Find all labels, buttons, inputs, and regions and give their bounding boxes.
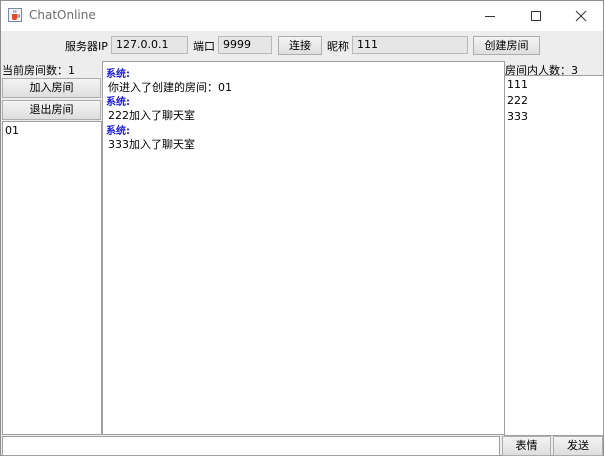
maximize-button[interactable] [513,1,559,31]
send-button[interactable]: 发送 [553,436,603,456]
create-room-button[interactable]: 创建房间 [473,36,540,55]
room-list[interactable]: 01 [2,121,102,435]
member-item[interactable]: 333 [507,110,528,123]
title-bar[interactable]: ChatOnline [1,1,603,31]
chat-window: ChatOnline 服务器IP 127.0.0.1 端口 9999 连接 昵称… [0,0,604,456]
server-ip-label: 服务器IP [65,40,108,53]
chat-area[interactable]: 系统: 你进入了创建的房间：01 系统: 222加入了聊天室 系统: 333加入… [102,61,505,435]
member-list[interactable]: 111 222 333 [504,75,604,436]
port-label: 端口 [193,40,215,53]
message-sender: 系统: [106,126,130,137]
message-sender: 系统: [106,69,130,80]
nickname-label: 昵称 [327,40,349,53]
member-item[interactable]: 222 [507,94,528,107]
close-icon [575,10,587,22]
member-item[interactable]: 111 [507,78,528,91]
minimize-button[interactable] [467,1,513,31]
minimize-icon [485,16,495,17]
message-text: 222加入了聊天室 [108,109,195,122]
emoji-button[interactable]: 表情 [502,436,551,456]
room-count-label: 当前房间数：1 [2,64,75,77]
leave-room-button[interactable]: 退出房间 [2,100,101,120]
message-text: 333加入了聊天室 [108,138,195,151]
connect-button[interactable]: 连接 [278,36,322,55]
window-title: ChatOnline [29,8,96,22]
port-field[interactable]: 9999 [218,36,272,54]
close-button[interactable] [558,1,604,31]
nickname-field[interactable]: 111 [352,36,468,54]
server-ip-field[interactable]: 127.0.0.1 [111,36,188,54]
room-item[interactable]: 01 [5,124,19,137]
java-cup-icon [8,8,22,22]
maximize-icon [531,11,541,21]
message-input[interactable] [2,436,500,456]
message-sender: 系统: [106,97,130,108]
join-room-button[interactable]: 加入房间 [2,78,101,98]
